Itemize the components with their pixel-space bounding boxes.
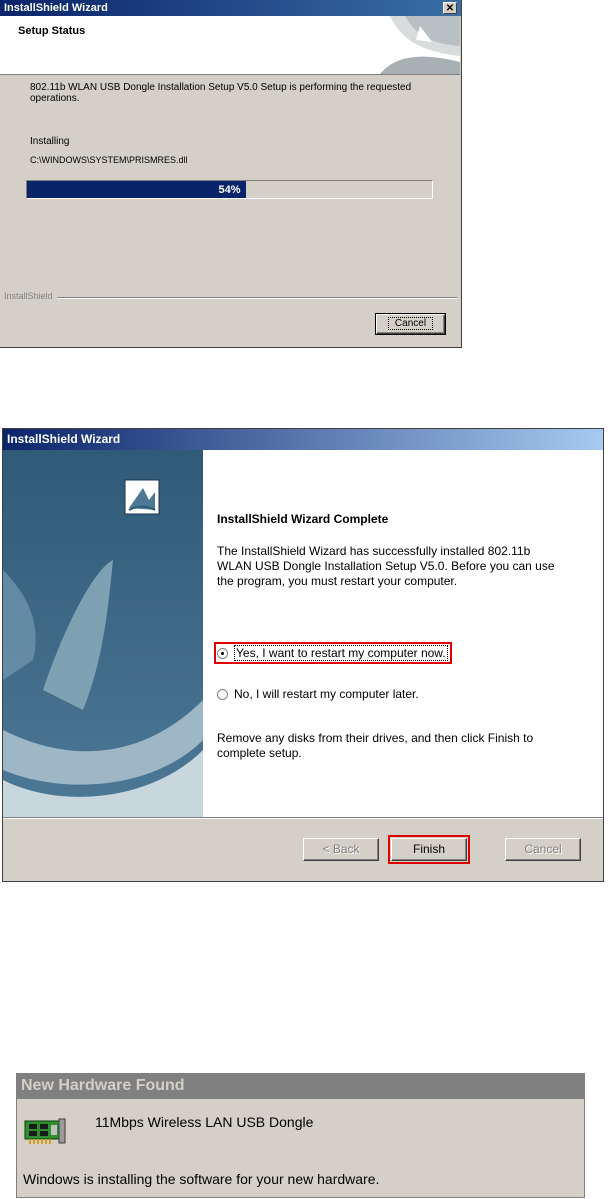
installshield-art-icon (360, 16, 460, 74)
restart-now-radio[interactable]: Yes, I want to restart my computer now. (214, 642, 452, 664)
current-file-path: C:\WINDOWS\SYSTEM\PRISMRES.dll (30, 155, 188, 165)
window-title: New Hardware Found (21, 1077, 185, 1094)
setup-status-window: InstallShield Wizard ✕ Setup Status 802.… (0, 0, 462, 348)
device-name: 11Mbps Wireless LAN USB Dongle (95, 1114, 314, 1130)
restart-later-label[interactable]: No, I will restart my computer later. (234, 687, 419, 701)
radio-selected-icon[interactable] (217, 647, 228, 659)
restart-now-label[interactable]: Yes, I want to restart my computer now. (234, 645, 448, 661)
progress-bar: 54% 54% (26, 180, 433, 199)
progress-fill: 54% (27, 181, 246, 198)
radio-empty-icon[interactable] (217, 688, 228, 700)
body-text: The InstallShield Wizard has successfull… (217, 544, 555, 588)
finish-instructions: Remove any disks from their drives, and … (217, 731, 534, 760)
cancel-button-label: Cancel (387, 317, 434, 330)
divider (4, 297, 457, 299)
cancel-button[interactable]: Cancel (375, 313, 446, 335)
wizard-side-art-icon (3, 450, 203, 817)
header-panel: Setup Status (0, 16, 460, 75)
status-message: 802.11b WLAN USB Dongle Installation Set… (30, 82, 412, 104)
new-hardware-found-window: New Hardware Found 11Mbps Wireless LAN U… (16, 1073, 585, 1198)
wizard-complete-window: InstallShield Wizard InstallShield Wizar… (2, 428, 604, 882)
window-title: InstallShield Wizard (4, 2, 108, 14)
progress-text: 54% (218, 184, 241, 196)
action-label: Installing (30, 136, 70, 147)
title-bar[interactable]: InstallShield Wizard (3, 429, 603, 450)
network-card-icon (24, 1118, 66, 1144)
title-bar[interactable]: InstallShield Wizard ✕ (0, 0, 461, 16)
close-icon[interactable]: ✕ (443, 2, 457, 14)
divider (3, 817, 603, 819)
cancel-button[interactable]: Cancel (505, 838, 581, 861)
status-text: Windows is installing the software for y… (23, 1171, 380, 1187)
header-title: Setup Status (18, 25, 86, 37)
window-title: InstallShield Wizard (7, 432, 121, 446)
brand-label: InstallShield (4, 291, 57, 301)
title-bar[interactable]: New Hardware Found (17, 1074, 584, 1099)
finish-button[interactable]: Finish (388, 835, 470, 864)
restart-later-radio[interactable]: No, I will restart my computer later. (217, 687, 419, 701)
back-button[interactable]: < Back (303, 838, 379, 861)
page-title: InstallShield Wizard Complete (217, 512, 389, 526)
content-panel: InstallShield Wizard Complete The Instal… (203, 450, 603, 817)
